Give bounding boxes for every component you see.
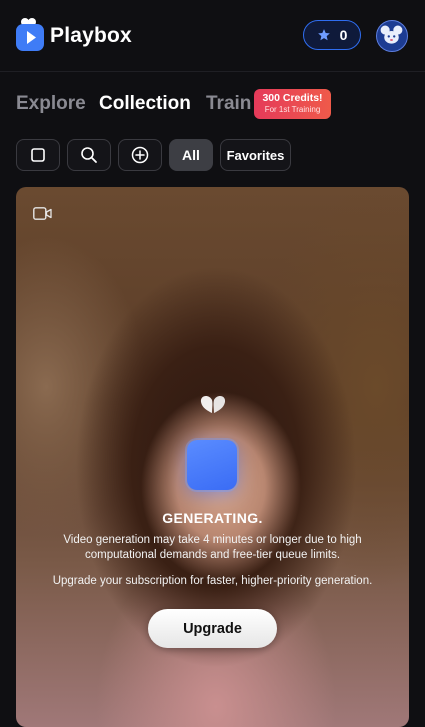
playbox-logo-icon[interactable] bbox=[16, 17, 44, 51]
generating-status-title: GENERATING. bbox=[162, 510, 263, 526]
search-button[interactable] bbox=[67, 139, 111, 171]
star-icon bbox=[317, 29, 330, 41]
brand-name[interactable]: Playbox bbox=[50, 24, 132, 48]
tab-explore[interactable]: Explore bbox=[16, 93, 86, 115]
tab-train[interactable]: Train bbox=[206, 93, 251, 115]
generation-progress-indicator bbox=[187, 440, 237, 490]
upgrade-upsell-text: Upgrade your subscription for faster, hi… bbox=[52, 575, 373, 587]
select-square-icon bbox=[31, 148, 45, 162]
tab-collection[interactable]: Collection bbox=[99, 93, 191, 115]
filter-favorites-chip[interactable]: Favorites bbox=[220, 139, 291, 171]
train-promo-badge[interactable]: 300 Credits! For 1st Training bbox=[254, 89, 331, 119]
avatar[interactable] bbox=[376, 20, 408, 52]
search-icon bbox=[81, 147, 97, 163]
add-circle-icon bbox=[131, 146, 149, 164]
filter-all-chip[interactable]: All bbox=[169, 139, 213, 171]
add-button[interactable] bbox=[118, 139, 162, 171]
select-button[interactable] bbox=[16, 139, 60, 171]
video-camera-icon bbox=[33, 207, 52, 220]
mouse-avatar-icon bbox=[380, 25, 403, 44]
credits-count: 0 bbox=[339, 27, 348, 43]
generating-description: Video generation may take 4 minutes or l… bbox=[63, 534, 362, 561]
video-generation-card[interactable]: GENERATING. Video generation may take 4 … bbox=[16, 187, 409, 727]
app-header: Playbox 0 bbox=[0, 0, 425, 72]
promo-line-1: 300 Credits! bbox=[262, 92, 323, 104]
promo-line-2: For 1st Training bbox=[264, 105, 321, 114]
credits-button[interactable]: 0 bbox=[303, 20, 361, 50]
processing-sparkle-icon bbox=[200, 396, 226, 413]
upgrade-button[interactable]: Upgrade bbox=[148, 609, 277, 648]
